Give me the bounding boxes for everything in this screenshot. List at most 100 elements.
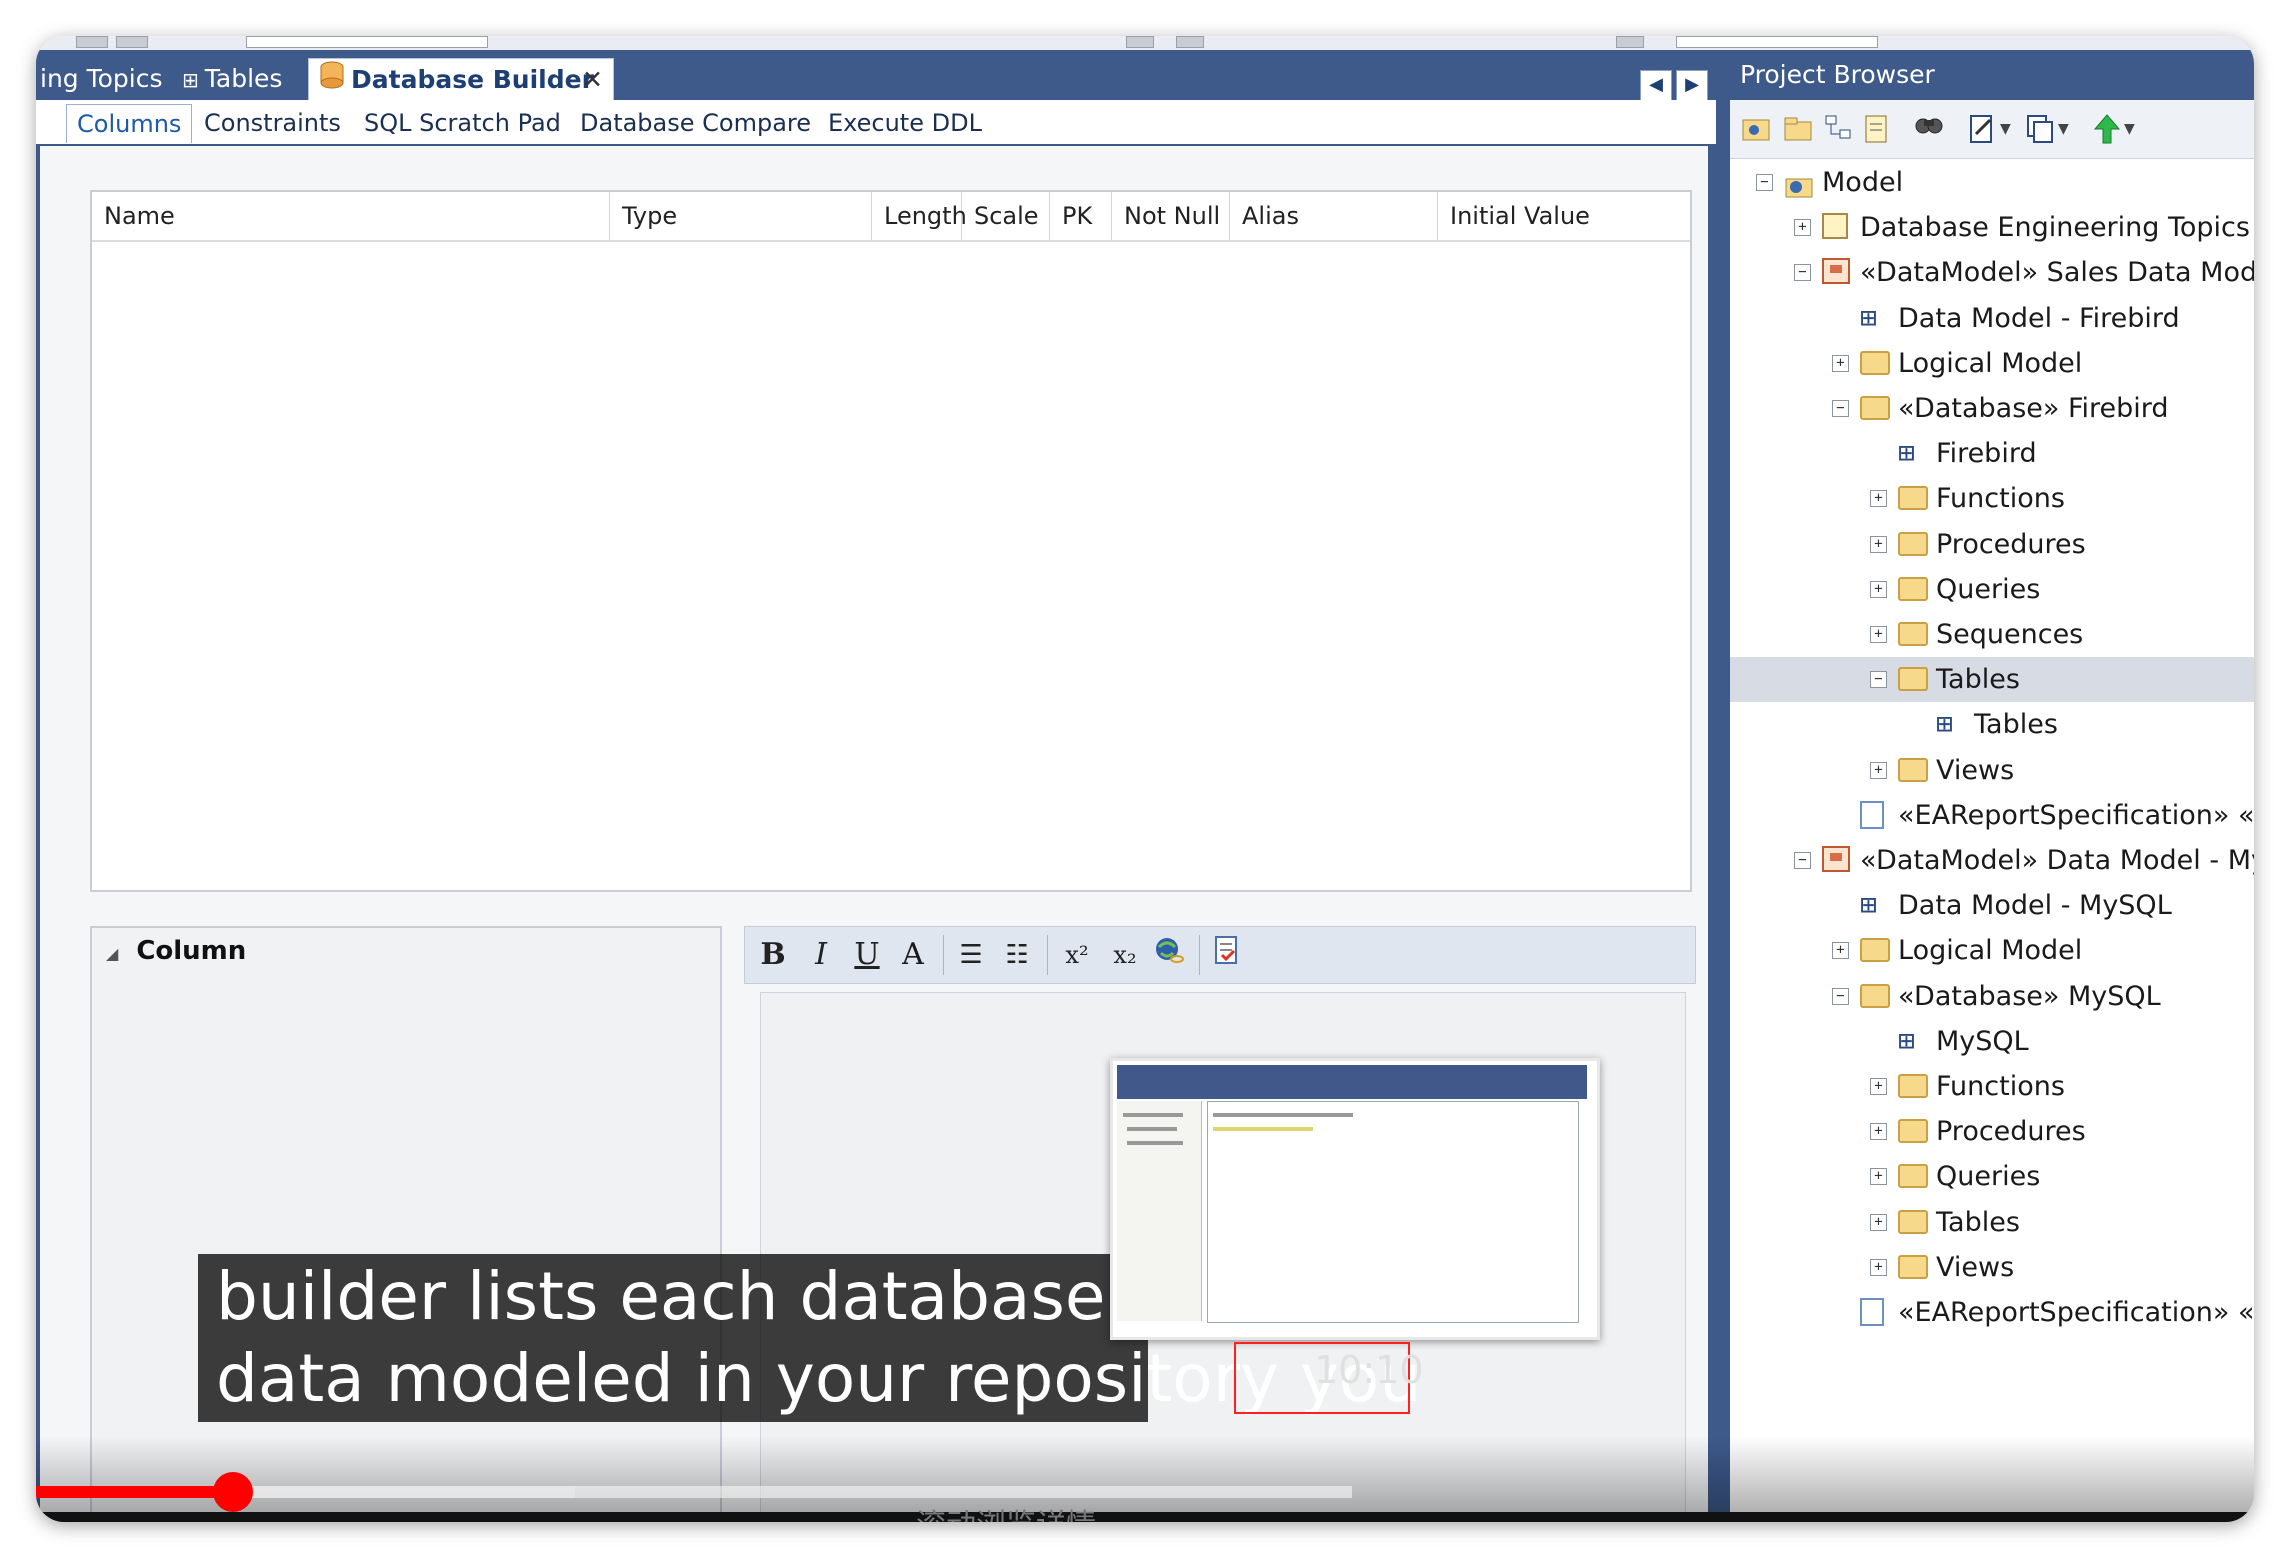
tree-node[interactable]: «EAReportSpecification» «Da xyxy=(1730,793,2254,838)
new-element-icon[interactable] xyxy=(1860,112,1894,146)
expand-icon[interactable]: + xyxy=(1870,535,1887,553)
tree-node[interactable]: + Functions xyxy=(1730,476,2254,521)
column-header-alias[interactable]: Alias xyxy=(1230,192,1438,240)
move-up-icon[interactable] xyxy=(2090,112,2124,146)
tree-node[interactable]: + Queries xyxy=(1730,567,2254,612)
toolbar-button[interactable] xyxy=(1126,36,1154,48)
columns-grid[interactable]: Name Type Length Scale PK Not Null Alias… xyxy=(90,190,1692,892)
tree-node[interactable]: + Tables xyxy=(1730,1200,2254,1245)
subscript-button[interactable]: x₂ xyxy=(1107,935,1143,975)
toolbar-button[interactable] xyxy=(1616,36,1644,48)
column-header-not-null[interactable]: Not Null xyxy=(1112,192,1230,240)
tab-scroll-right-button[interactable]: ▶ xyxy=(1676,70,1708,102)
tree-node[interactable]: ⊞ Data Model - Firebird xyxy=(1730,296,2254,341)
tree-node[interactable]: ⊞ Data Model - MySQL xyxy=(1730,883,2254,928)
underline-button[interactable]: U xyxy=(849,935,885,975)
tab-engineering-topics[interactable]: ing Topics xyxy=(36,58,173,100)
tree-node[interactable]: + Views xyxy=(1730,1245,2254,1290)
tree-node[interactable]: + Views xyxy=(1730,748,2254,793)
tree-node[interactable]: + Queries xyxy=(1730,1154,2254,1199)
new-diagram-icon[interactable] xyxy=(1822,112,1856,146)
tree-node[interactable]: − «Database» MySQL xyxy=(1730,974,2254,1019)
tree-node[interactable]: ⊞ Firebird xyxy=(1730,431,2254,476)
diagram-icon: ⊞ xyxy=(1860,888,1877,922)
tab-sql-scratch-pad[interactable]: SQL Scratch Pad xyxy=(354,104,571,142)
thumb-main xyxy=(1207,1101,1579,1323)
toolbar-button[interactable] xyxy=(116,36,148,48)
bold-button[interactable]: B xyxy=(755,935,791,975)
close-icon[interactable]: ✕ xyxy=(582,59,603,101)
tree-node[interactable]: − «DataModel» Data Model - MyS xyxy=(1730,838,2254,883)
collapse-icon[interactable]: − xyxy=(1832,400,1849,417)
expand-icon[interactable]: + xyxy=(1870,1213,1887,1231)
expand-icon[interactable]: + xyxy=(1832,942,1849,960)
tree-node[interactable]: + Logical Model xyxy=(1730,928,2254,973)
expand-icon[interactable]: + xyxy=(1870,626,1887,643)
expand-icon[interactable]: + xyxy=(1870,580,1887,598)
tree-node[interactable]: − «DataModel» Sales Data Model - xyxy=(1730,250,2254,295)
bullet-list-icon[interactable]: ☰ xyxy=(953,935,989,975)
font-color-button[interactable]: A xyxy=(895,935,931,975)
properties-icon[interactable] xyxy=(1966,112,2000,146)
chevron-down-icon[interactable]: ▼ xyxy=(2124,112,2144,146)
tab-database-builder[interactable]: Database Builder ✕ xyxy=(308,58,614,100)
expand-icon[interactable]: + xyxy=(1870,1078,1887,1095)
tree-node-label: Sequences xyxy=(1936,619,2084,650)
column-header-type[interactable]: Type xyxy=(610,192,872,240)
expand-icon[interactable]: + xyxy=(1832,354,1849,372)
italic-button[interactable]: I xyxy=(803,935,839,975)
tab-scroll-left-button[interactable]: ◀ xyxy=(1640,70,1672,102)
spellcheck-icon[interactable] xyxy=(1209,935,1245,975)
tree-node[interactable]: − «Database» Firebird xyxy=(1730,386,2254,431)
superscript-button[interactable]: x² xyxy=(1059,935,1095,975)
pane-splitter[interactable] xyxy=(1716,50,1730,1522)
column-header-pk[interactable]: PK xyxy=(1050,192,1112,240)
collapse-icon[interactable]: ◢ xyxy=(106,944,118,963)
tab-constraints[interactable]: Constraints xyxy=(194,104,351,142)
expand-icon[interactable]: + xyxy=(1870,1168,1887,1186)
tab-execute-ddl[interactable]: Execute DDL xyxy=(818,104,992,142)
expand-icon[interactable]: + xyxy=(1794,219,1811,237)
tree-node[interactable]: + Procedures xyxy=(1730,1109,2254,1154)
tree-node[interactable]: + Logical Model xyxy=(1730,341,2254,386)
tab-tables[interactable]: ⊞ Tables xyxy=(172,58,292,100)
tree-node[interactable]: ⊞ MySQL xyxy=(1730,1019,2254,1064)
column-header-length[interactable]: Length xyxy=(872,192,967,240)
numbered-list-icon[interactable]: ☷ xyxy=(999,935,1035,975)
copy-icon[interactable] xyxy=(2024,112,2058,146)
chevron-down-icon[interactable]: ▼ xyxy=(2000,112,2020,146)
collapse-icon[interactable]: − xyxy=(1832,987,1849,1005)
toolbar-button[interactable] xyxy=(1176,36,1204,48)
tab-columns[interactable]: Columns xyxy=(66,104,193,143)
tab-database-compare[interactable]: Database Compare xyxy=(570,104,821,142)
toolbar-combo[interactable] xyxy=(246,36,488,48)
collapse-icon[interactable]: − xyxy=(1794,852,1811,869)
expand-icon[interactable]: + xyxy=(1870,1123,1887,1141)
tree-node[interactable]: + Database Engineering Topics xyxy=(1730,205,2254,250)
chevron-down-icon[interactable]: ▼ xyxy=(2058,112,2078,146)
collapse-icon[interactable]: − xyxy=(1756,174,1773,191)
new-model-icon[interactable] xyxy=(1740,112,1774,146)
tree-node[interactable]: + Functions xyxy=(1730,1064,2254,1109)
toolbar-search-combo[interactable] xyxy=(1676,36,1878,48)
expand-icon[interactable]: + xyxy=(1870,1258,1887,1276)
column-section-header[interactable]: ◢ Column xyxy=(106,936,246,966)
column-header-name[interactable]: Name xyxy=(92,192,610,240)
expand-icon[interactable]: + xyxy=(1870,761,1887,779)
tree-node[interactable]: ⊞ Tables xyxy=(1730,702,2254,747)
toolbar-button[interactable] xyxy=(76,36,108,48)
tree-node[interactable]: «EAReportSpecification» «Da xyxy=(1730,1290,2254,1335)
thumb-line xyxy=(1213,1113,1353,1117)
tree-node[interactable]: − Tables xyxy=(1730,657,2254,703)
expand-icon[interactable]: + xyxy=(1870,490,1887,508)
tree-node[interactable]: − Model xyxy=(1730,160,2254,205)
collapse-icon[interactable]: − xyxy=(1870,671,1887,689)
find-icon[interactable] xyxy=(1912,112,1946,146)
hyperlink-icon[interactable] xyxy=(1151,935,1187,975)
collapse-icon[interactable]: − xyxy=(1794,264,1811,282)
tree-node[interactable]: + Sequences xyxy=(1730,612,2254,657)
new-package-icon[interactable] xyxy=(1782,112,1816,146)
column-header-scale[interactable]: Scale xyxy=(962,192,1050,240)
tree-node[interactable]: + Procedures xyxy=(1730,522,2254,567)
column-header-initial-value[interactable]: Initial Value xyxy=(1438,192,1690,240)
